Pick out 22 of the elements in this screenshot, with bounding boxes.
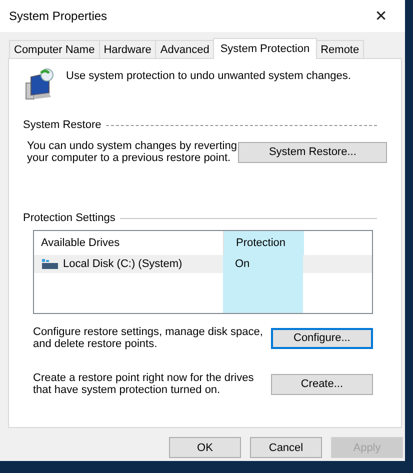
system-restore-button[interactable]: System Restore... bbox=[238, 142, 387, 162]
dialog-button[interactable]: Cancel bbox=[250, 437, 322, 458]
action-button[interactable]: Create... bbox=[270, 374, 373, 394]
description-text: You can undo system changes by reverting your computer to a previous restore point. bbox=[27, 140, 238, 164]
tab[interactable]: Remote bbox=[316, 40, 364, 58]
action-button[interactable]: Configure... bbox=[270, 328, 373, 348]
description-text: Create a restore point right now for the drives that have system protection turned on. bbox=[33, 372, 255, 396]
drive-row[interactable]: Local Disk (C:) (System) On bbox=[34, 255, 372, 273]
window-title: System Properties bbox=[9, 9, 108, 23]
group-heading: Protection Settings bbox=[23, 212, 116, 224]
tab[interactable]: Computer Name bbox=[9, 40, 100, 58]
drive-name: Local Disk (C:) (System) bbox=[63, 258, 182, 270]
column-header[interactable]: Protection bbox=[223, 231, 304, 255]
close-button[interactable]: ✕ bbox=[361, 0, 401, 32]
description-text: Configure restore settings, manage disk space, and delete restore points. bbox=[33, 326, 264, 350]
protection-status: On bbox=[223, 255, 303, 273]
drive-icon bbox=[41, 258, 59, 270]
column-header[interactable]: Available Drives bbox=[34, 231, 223, 255]
group-heading: System Restore bbox=[23, 119, 102, 131]
dialog-button[interactable]: OK bbox=[169, 437, 241, 458]
intro-text: Use system protection to undo unwanted system changes. bbox=[66, 70, 351, 82]
tab[interactable]: System Protection bbox=[213, 38, 317, 59]
